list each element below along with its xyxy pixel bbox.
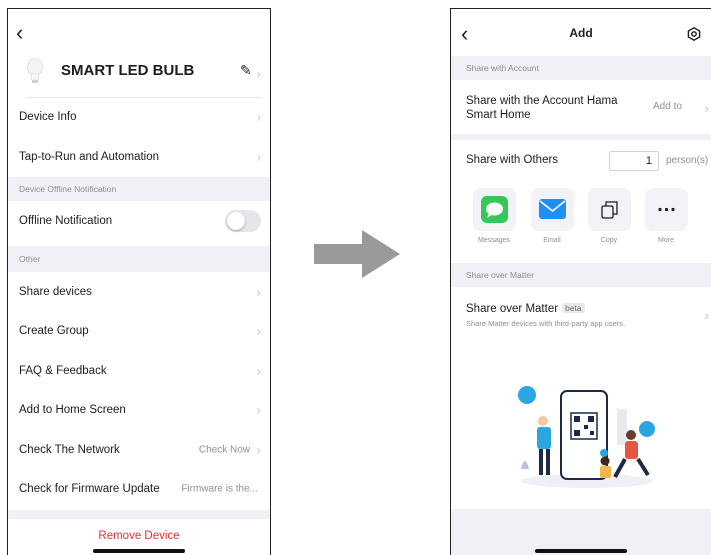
row-device-info[interactable]: Device Info › <box>8 98 270 136</box>
device-settings-screen: ‹ SMART LED BULB ✎ › Device Info › Tap-t… <box>7 8 271 555</box>
share-messages-button[interactable] <box>473 188 516 231</box>
share-option-label: More <box>658 237 674 244</box>
add-share-screen: ‹ Add Share with Account Share with the … <box>450 8 711 555</box>
section-header-matter: Share over Matter <box>451 263 711 287</box>
row-label: Offline Notification <box>19 215 113 227</box>
row-value: Check Now <box>198 444 250 456</box>
chevron-right-icon: › <box>704 101 709 116</box>
share-more-button[interactable] <box>645 188 688 231</box>
section-label: Other <box>19 254 41 264</box>
row-share-devices[interactable]: Share devices › <box>8 273 270 311</box>
section-label: Device Offline Notification <box>19 184 117 194</box>
share-with-account-row[interactable]: Share with the Account Hama Smart Home A… <box>451 81 711 131</box>
row-label: Device Info <box>19 111 77 123</box>
row-label: Share devices <box>19 286 92 298</box>
row-label: Check The Network <box>19 444 120 456</box>
share-over-matter-row[interactable]: Share over Matter beta › <box>451 288 711 336</box>
row-value: Firmware is the... <box>181 483 258 495</box>
row-check-network[interactable]: Check The Network Check Now › <box>8 431 270 469</box>
bulb-icon <box>27 58 43 83</box>
home-indicator <box>93 549 185 553</box>
row-tap-to-run[interactable]: Tap-to-Run and Automation › <box>8 138 270 176</box>
section-label: Share with Account <box>466 63 539 73</box>
email-icon <box>539 199 566 219</box>
row-faq-feedback[interactable]: FAQ & Feedback › <box>8 352 270 390</box>
row-firmware-update[interactable]: Check for Firmware Update Firmware is th… <box>8 470 270 508</box>
right-arrow-icon <box>314 230 400 278</box>
section-label: Share over Matter <box>466 270 535 280</box>
section-header-other: Other <box>8 246 270 272</box>
messages-icon <box>481 196 508 223</box>
person-count-value: 1 <box>645 155 652 167</box>
row-label: Create Group <box>19 325 89 337</box>
chevron-right-icon: › <box>704 308 709 323</box>
row-add-to-home-screen[interactable]: Add to Home Screen › <box>8 391 270 429</box>
hexagon-gear-icon[interactable] <box>687 27 701 41</box>
chevron-right-icon: › <box>256 442 261 458</box>
device-name: SMART LED BULB <box>61 62 195 79</box>
chevron-right-icon: › <box>256 402 261 418</box>
beta-badge: beta <box>562 303 585 313</box>
offline-notification-toggle[interactable] <box>225 210 261 232</box>
section-spacer <box>451 134 711 140</box>
share-with-others-label: Share with Others <box>466 154 559 166</box>
row-label: Share over Matter beta <box>466 303 585 315</box>
matter-label: Share over Matter <box>466 303 559 315</box>
section-spacer <box>8 510 270 519</box>
row-label: Share with the Account Hama Smart Home <box>466 95 618 121</box>
copy-icon <box>601 201 618 219</box>
row-label: FAQ & Feedback <box>19 365 107 377</box>
share-illustration <box>518 386 655 488</box>
matter-description: Share Matter devices with third-party ap… <box>466 319 626 328</box>
home-indicator <box>535 549 627 553</box>
share-option-label: Messages <box>478 237 510 244</box>
share-option-label: Email <box>543 237 561 244</box>
back-button[interactable]: ‹ <box>16 22 23 44</box>
toggle-knob <box>227 212 245 230</box>
share-copy-button[interactable] <box>588 188 631 231</box>
more-icon <box>658 207 675 212</box>
pencil-icon[interactable]: ✎ <box>240 62 252 79</box>
chevron-right-icon: › <box>256 66 261 81</box>
add-to-label: Add to <box>653 101 682 112</box>
row-label: Add to Home Screen <box>19 404 126 416</box>
row-create-group[interactable]: Create Group › <box>8 312 270 350</box>
person-count-input[interactable]: 1 <box>609 151 659 171</box>
row-label: Tap-to-Run and Automation <box>19 151 160 163</box>
chevron-right-icon: › <box>256 323 261 339</box>
chevron-right-icon: › <box>256 284 261 300</box>
share-email-button[interactable] <box>531 188 574 231</box>
chevron-right-icon: › <box>256 109 261 125</box>
row-label: Check for Firmware Update <box>19 483 160 495</box>
section-header-account: Share with Account <box>451 56 711 80</box>
chevron-right-icon: › <box>256 149 261 165</box>
nav-bar: ‹ Add <box>451 9 711 51</box>
chevron-right-icon: › <box>256 363 261 379</box>
row-offline-notification: Offline Notification <box>8 201 270 241</box>
remove-device-label: Remove Device <box>98 530 180 542</box>
section-header-offline: Device Offline Notification <box>8 177 270 201</box>
persons-unit: person(s) <box>666 155 709 166</box>
page-title: Add <box>569 26 593 40</box>
share-option-label: Copy <box>600 237 618 244</box>
device-header[interactable]: SMART LED BULB ✎ › <box>8 51 270 95</box>
